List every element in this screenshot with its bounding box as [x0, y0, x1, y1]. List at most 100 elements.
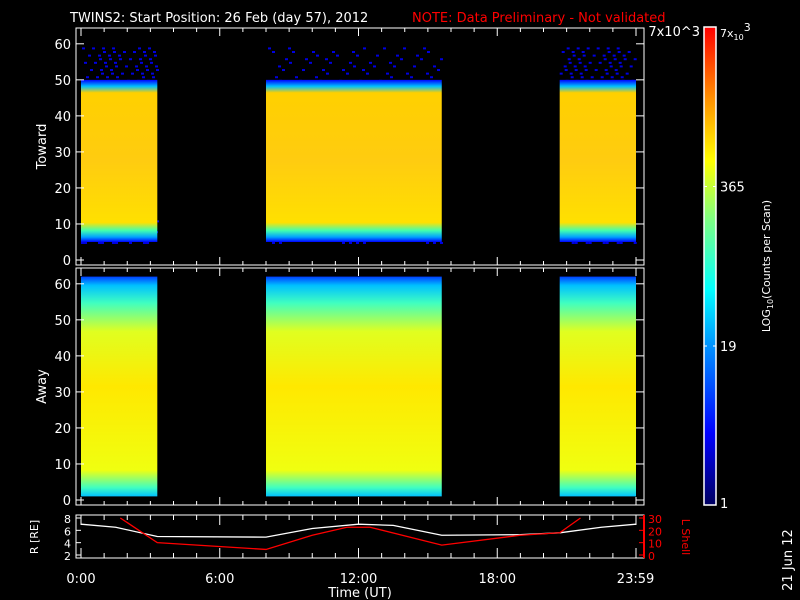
sparse-count-pixel	[413, 65, 416, 68]
y-axis-label: Away	[35, 369, 50, 404]
sparse-count-pixel	[109, 58, 112, 61]
sparse-count-pixel	[84, 61, 87, 64]
x-tick-label: 6:00	[205, 572, 234, 587]
sparse-count-pixel	[342, 69, 345, 72]
sparse-count-pixel	[594, 69, 598, 72]
sparse-count-pixel	[352, 51, 355, 54]
sparse-count-pixel	[605, 72, 609, 75]
sparse-count-pixel	[629, 65, 633, 68]
colorbar-label-rest: (Counts per Scan)	[760, 200, 773, 299]
sparse-count-pixel	[356, 241, 359, 244]
sparse-count-pixel	[623, 58, 627, 61]
sparse-count-pixel	[123, 51, 126, 54]
sparse-count-pixel	[592, 54, 596, 57]
sparse-count-pixel	[125, 65, 128, 68]
sparse-count-pixel	[142, 76, 145, 79]
chart-title: TWINS2: Start Position: 26 Feb (day 57),…	[69, 11, 368, 26]
sparse-count-pixel	[616, 241, 620, 244]
sparse-count-pixel	[99, 58, 102, 61]
sparse-count-pixel	[131, 72, 134, 75]
y-axis-label: Toward	[35, 124, 50, 171]
y-tick-label: 10	[54, 458, 71, 473]
sparse-count-pixel	[278, 65, 281, 68]
right-y-tick-label: 10	[648, 538, 662, 551]
sparse-count-pixel	[349, 241, 352, 244]
left-y-tick-label: 8	[64, 513, 71, 526]
sparse-count-pixel	[144, 54, 147, 57]
sparse-count-pixel	[582, 54, 586, 57]
sparse-count-pixel	[423, 47, 426, 50]
sparse-count-pixel	[342, 241, 345, 244]
sparse-count-pixel	[112, 47, 115, 50]
y-tick-label: 20	[54, 182, 71, 197]
twins-spectrogram-figure: TWINS2: Start Position: 26 Feb (day 57),…	[28, 11, 796, 600]
colorbar-tick-label: 1	[720, 497, 728, 512]
sparse-count-pixel	[336, 54, 339, 57]
sparse-count-pixel	[618, 61, 622, 64]
sparse-count-pixel	[329, 61, 332, 64]
sparse-count-pixel	[81, 241, 84, 244]
colorbar-max-base: 7x	[720, 27, 734, 40]
sparse-count-pixel	[289, 61, 292, 64]
sparse-count-pixel	[108, 54, 111, 57]
sparse-count-pixel	[140, 61, 143, 64]
sparse-count-pixel	[156, 69, 159, 72]
sparse-count-pixel	[116, 76, 119, 79]
sparse-count-pixel	[145, 65, 148, 68]
colorbar	[703, 26, 717, 506]
sparse-count-pixel	[98, 241, 101, 244]
left-y-axis-label: R [RE]	[28, 520, 41, 554]
sparse-count-pixel	[363, 241, 366, 244]
sparse-count-pixel	[346, 72, 349, 75]
sparse-count-pixel	[403, 47, 406, 50]
left-y-tick-label: 4	[64, 538, 71, 551]
sparse-count-pixel	[285, 58, 288, 61]
colorbar-max-label: 7x103	[720, 21, 751, 42]
l-shell-line	[119, 517, 581, 551]
colorbar-label-base: LOG	[760, 309, 773, 332]
colorbar-max-sup: 3	[744, 21, 751, 34]
colorbar-max-tick-label: 7x10^3	[648, 25, 700, 40]
sparse-count-pixel	[322, 69, 325, 72]
sparse-count-pixel	[586, 47, 590, 50]
sparse-count-pixel	[369, 61, 372, 64]
sparse-count-pixel	[430, 76, 433, 79]
sparse-count-pixel	[349, 61, 352, 64]
sparse-count-pixel	[561, 51, 565, 54]
sparse-count-pixel	[151, 72, 154, 75]
sparse-count-pixel	[129, 58, 132, 61]
x-tick-label: 0:00	[66, 572, 95, 587]
sparse-count-pixel	[573, 65, 577, 68]
sparse-count-pixel	[275, 76, 278, 79]
colorbar-tick-label: 365	[720, 180, 745, 195]
sparse-count-pixel	[104, 61, 107, 64]
sparse-count-pixel	[155, 65, 158, 68]
sparse-count-pixel	[111, 72, 114, 75]
sparse-count-pixel	[133, 51, 136, 54]
sparse-count-pixel	[568, 61, 572, 64]
sparse-count-pixel	[143, 51, 146, 54]
sparse-count-pixel	[272, 51, 275, 54]
right-y-tick-label: 20	[648, 525, 662, 538]
sparse-count-pixel	[325, 58, 328, 61]
colorbar-tick-label: 19	[720, 340, 737, 355]
sparse-count-pixel	[627, 51, 631, 54]
sparse-count-pixel	[154, 54, 157, 57]
spectrogram-interval-toward	[266, 79, 442, 242]
sparse-count-pixel	[136, 69, 139, 72]
sparse-count-pixel	[152, 76, 155, 79]
sparse-count-pixel	[101, 241, 104, 244]
left-y-tick-label: 6	[64, 525, 71, 538]
sparse-count-pixel	[390, 76, 393, 79]
sparse-count-pixel	[106, 76, 109, 79]
sparse-count-pixel	[609, 65, 613, 68]
sparse-count-pixel	[602, 241, 606, 244]
preliminary-note: NOTE: Data Preliminary - Not validated	[412, 11, 666, 26]
sparse-count-pixel	[605, 241, 609, 244]
plot-date-stamp: 21 Jun 12	[781, 529, 796, 591]
sparse-count-pixel	[571, 241, 575, 244]
y-tick-label: 60	[54, 38, 71, 53]
sparse-count-pixel	[598, 61, 602, 64]
sparse-count-pixel	[282, 69, 285, 72]
sparse-count-pixel	[588, 241, 592, 244]
